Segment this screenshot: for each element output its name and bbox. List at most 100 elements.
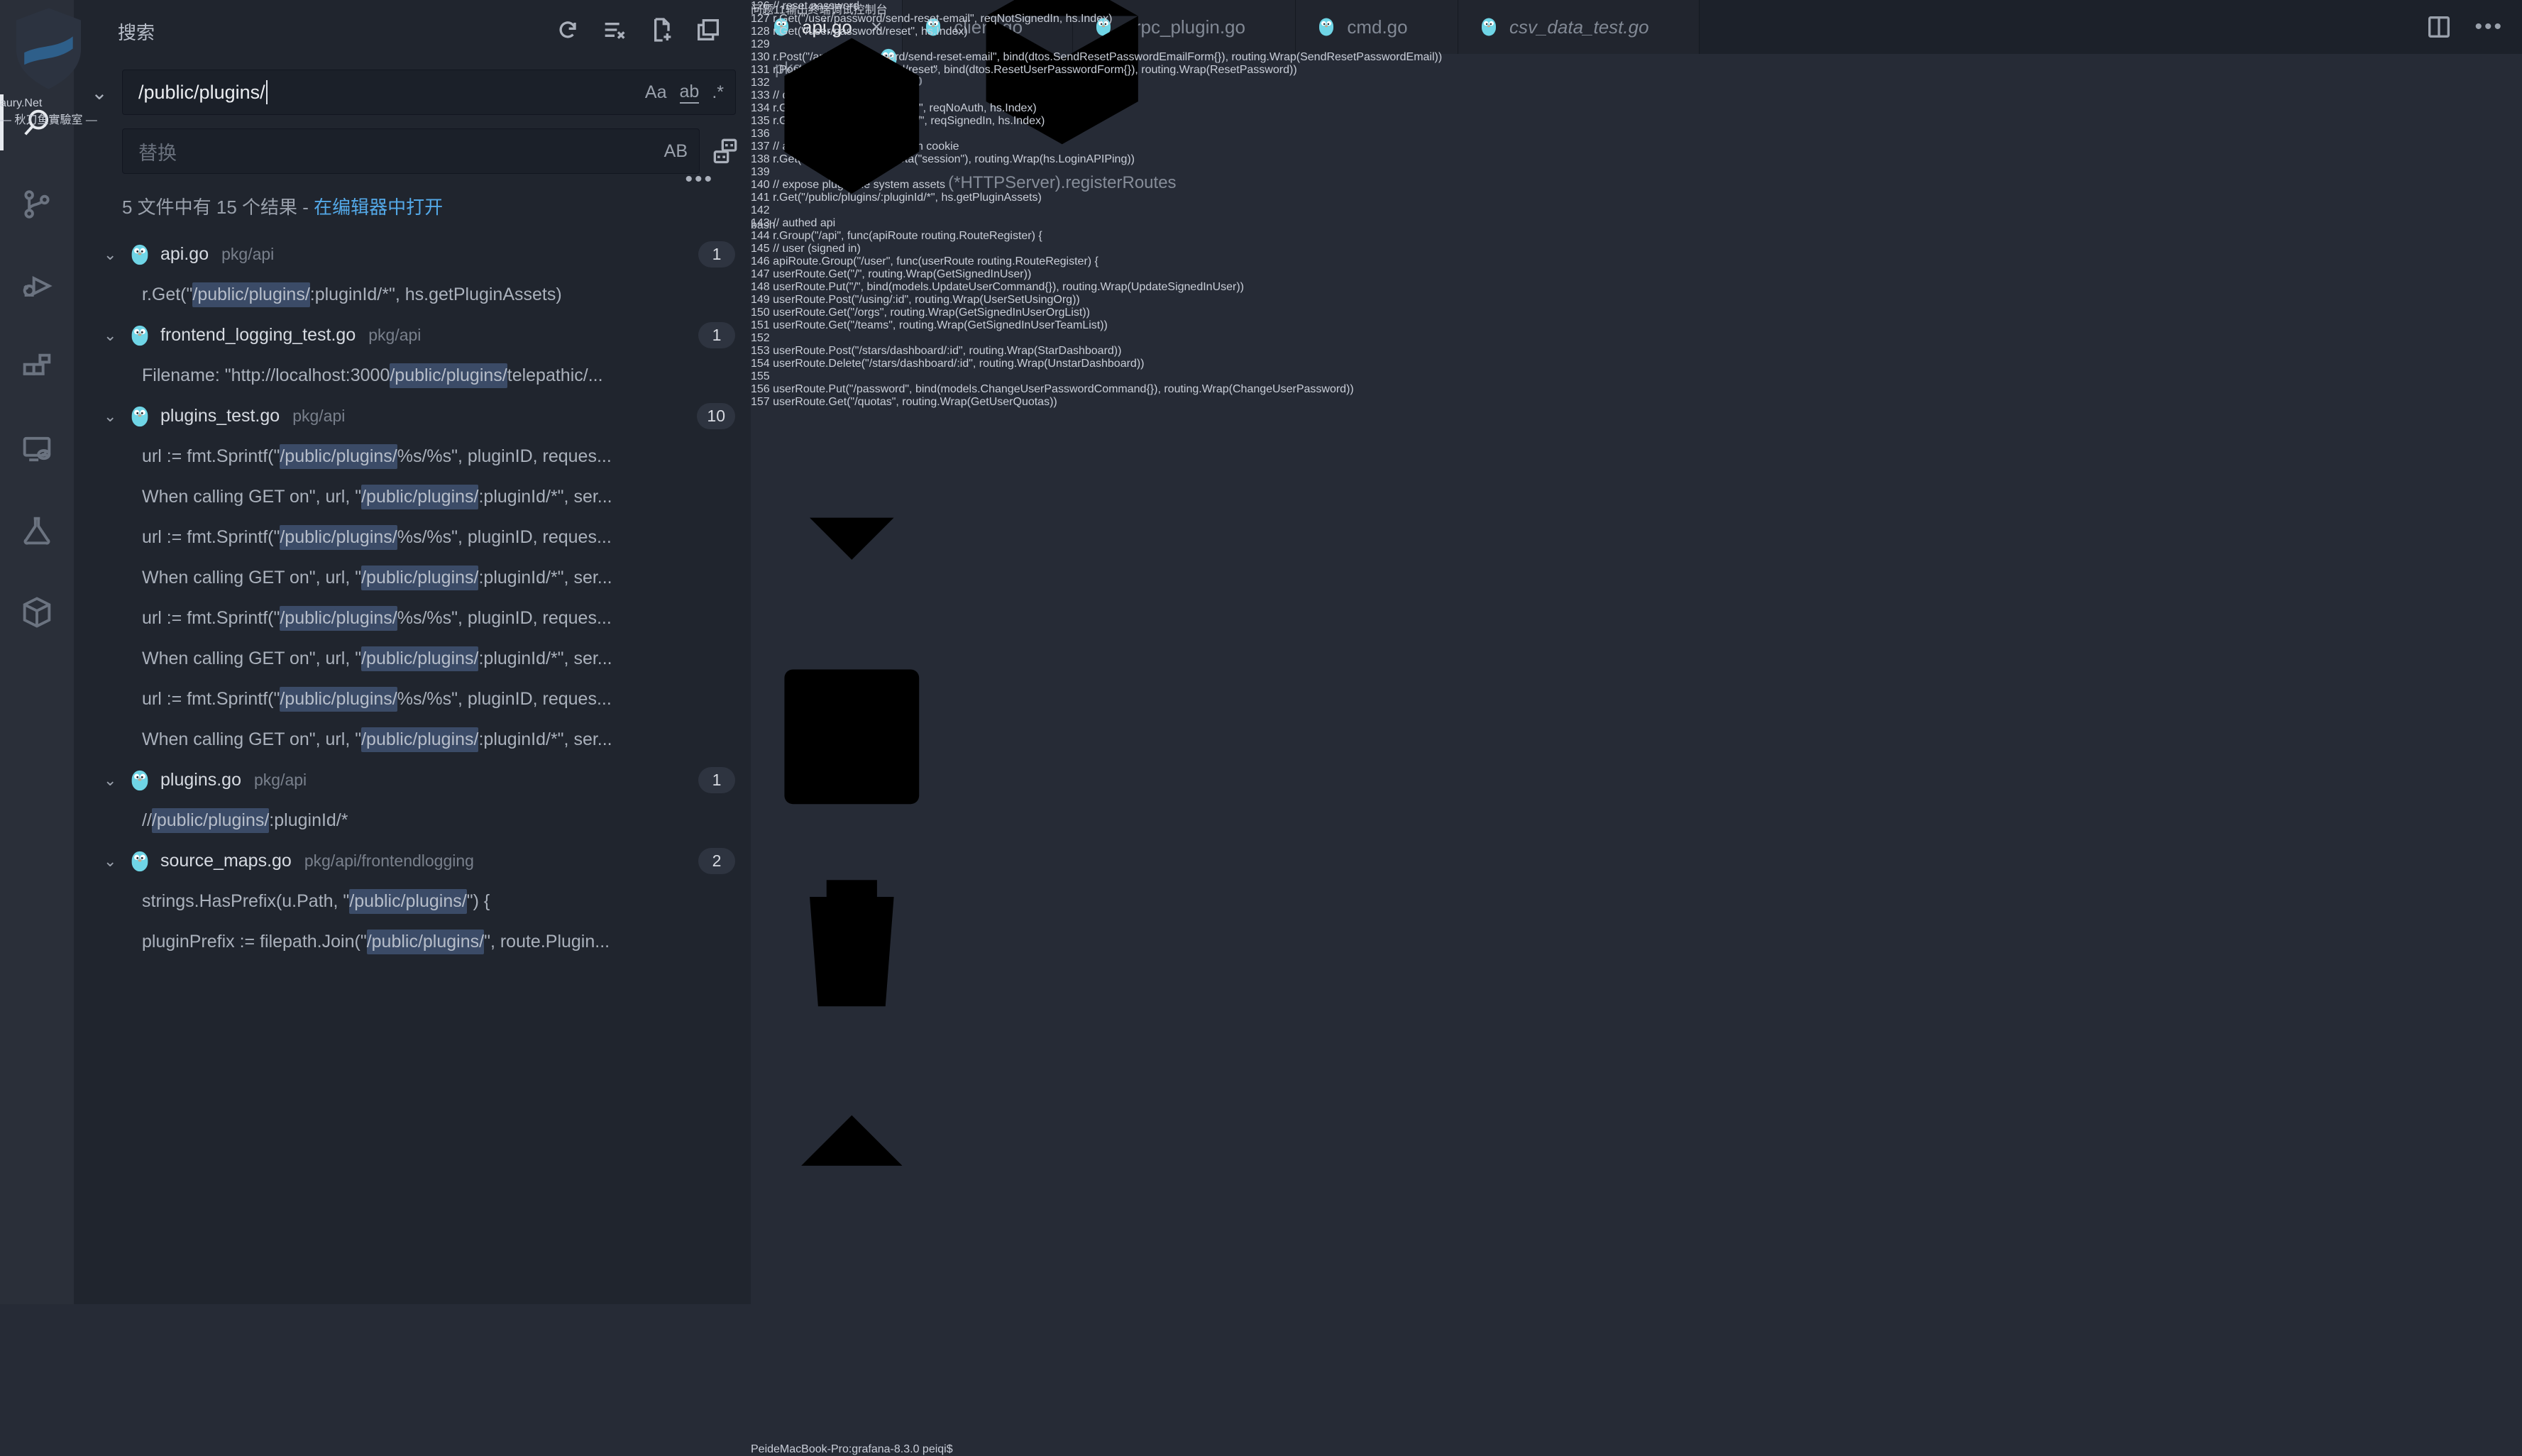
remote-explorer-icon[interactable] <box>0 408 74 490</box>
preserve-case-icon[interactable]: AB <box>664 141 688 162</box>
search-result-match-row[interactable]: pluginPrefix := filepath.Join("/public/p… <box>74 922 751 962</box>
match-case-icon[interactable]: Aa <box>645 82 667 103</box>
result-file-name: frontend_logging_test.go <box>160 325 356 346</box>
search-sidebar: 搜索 ⌄ /public/plugins/ Aa ab .* 替换 AB •••… <box>74 0 751 1304</box>
maximize-panel-icon[interactable] <box>751 1039 953 1242</box>
split-terminal-icon[interactable] <box>751 636 953 838</box>
search-result-match-row[interactable]: url := fmt.Sprintf("/public/plugins/%s/%… <box>74 517 751 558</box>
text-caret <box>266 80 268 104</box>
add-terminal-icon[interactable] <box>751 232 953 434</box>
panel-tab-问题[interactable]: 问题11 <box>751 4 786 16</box>
result-file-path: pkg/api <box>254 771 307 790</box>
go-file-icon <box>128 768 160 793</box>
watermark-shield-icon <box>0 0 97 97</box>
source-control-icon[interactable] <box>0 163 74 245</box>
open-in-editor-link[interactable]: 在编辑器中打开 <box>314 197 443 218</box>
result-file-path: pkg/api <box>292 407 345 426</box>
match-highlight: /public/plugins/ <box>367 930 484 954</box>
panel-tab-输出[interactable]: 输出 <box>786 4 808 16</box>
terminal[interactable]: PeideMacBook-Pro:grafana-8.3.0 peiqi$ <box>751 1443 953 1456</box>
search-result-match-row[interactable]: strings.HasPrefix(u.Path, "/public/plugi… <box>74 881 751 922</box>
go-file-icon <box>128 404 160 429</box>
go-file-icon <box>128 849 152 873</box>
search-result-file-row[interactable]: ⌄ api.go pkg/api 1 <box>74 234 751 275</box>
more-actions-icon[interactable]: ••• <box>2474 15 2504 39</box>
result-count-badge: 1 <box>698 767 735 793</box>
chevron-down-icon[interactable]: ⌄ <box>104 246 128 264</box>
search-value: /public/plugins/ <box>138 82 265 104</box>
match-highlight: /public/plugins/ <box>280 525 397 550</box>
match-highlight: /public/plugins/ <box>361 485 478 509</box>
go-file-icon <box>1478 16 1499 38</box>
editor-tab[interactable]: csv_data_test.go × <box>1458 0 1700 54</box>
replace-input[interactable]: 替换 AB <box>122 128 700 174</box>
chevron-down-icon[interactable]: ⌄ <box>104 326 128 345</box>
result-file-name: source_maps.go <box>160 851 292 871</box>
tab-label: csv_data_test.go <box>1509 16 1649 38</box>
test-beaker-icon[interactable] <box>0 490 74 571</box>
search-result-match-row[interactable]: url := fmt.Sprintf("/public/plugins/%s/%… <box>74 598 751 639</box>
chevron-down-icon[interactable]: ⌄ <box>104 771 128 790</box>
results-summary: 5 文件中有 15 个结果 - 在编辑器中打开 <box>122 193 443 219</box>
result-count-badge: 1 <box>698 241 735 268</box>
search-result-match-row[interactable]: url := fmt.Sprintf("/public/plugins/%s/%… <box>74 436 751 477</box>
new-search-editor-icon[interactable] <box>647 16 676 44</box>
editor-actions: ••• <box>2425 0 2504 54</box>
search-result-match-row[interactable]: When calling GET on", url, "/public/plug… <box>74 639 751 679</box>
sidebar-title: 搜索 <box>118 18 155 45</box>
match-highlight: /public/plugins/ <box>390 363 507 388</box>
shell-name[interactable]: bash <box>751 219 776 231</box>
match-highlight: /public/plugins/ <box>361 566 478 590</box>
collapse-icon[interactable] <box>694 16 722 44</box>
result-count-badge: 2 <box>698 848 735 874</box>
regex-icon[interactable]: .* <box>712 82 724 103</box>
go-file-icon <box>1478 16 1509 38</box>
trash-icon[interactable] <box>751 838 953 1040</box>
search-result-file-row[interactable]: ⌄ plugins_test.go pkg/api 10 <box>74 396 751 436</box>
search-results-tree: ⌄ api.go pkg/api 1 r.Get("/public/plugin… <box>74 234 751 962</box>
search-result-match-row[interactable]: r.Get("/public/plugins/:pluginId/*", hs.… <box>74 275 751 315</box>
search-result-match-row[interactable]: Filename: "http://localhost:3000/public/… <box>74 355 751 396</box>
result-count-badge: 10 <box>697 403 735 429</box>
search-result-match-row[interactable]: When calling GET on", url, "/public/plug… <box>74 719 751 760</box>
search-result-file-row[interactable]: ⌄ plugins.go pkg/api 1 <box>74 760 751 800</box>
replace-placeholder: 替换 <box>138 138 177 165</box>
go-file-icon <box>128 324 152 348</box>
close-panel-icon[interactable] <box>751 1242 953 1444</box>
result-file-path: pkg/api <box>221 245 274 264</box>
refresh-icon[interactable] <box>554 16 582 44</box>
whole-word-icon[interactable]: ab <box>680 82 700 104</box>
package-icon[interactable] <box>0 571 74 653</box>
more-actions-icon[interactable]: ••• <box>685 167 714 192</box>
search-result-file-row[interactable]: ⌄ frontend_logging_test.go pkg/api 1 <box>74 315 751 355</box>
result-file-path: pkg/api <box>368 326 421 345</box>
match-highlight: /public/plugins/ <box>361 646 478 671</box>
search-result-match-row[interactable]: When calling GET on", url, "/public/plug… <box>74 477 751 517</box>
terminal-prompt: PeideMacBook-Pro:grafana-8.3.0 peiqi$ <box>751 1443 953 1455</box>
search-input[interactable]: /public/plugins/ Aa ab .* <box>122 70 736 115</box>
search-result-match-row[interactable]: url := fmt.Sprintf("/public/plugins/%s/%… <box>74 679 751 719</box>
result-file-name: api.go <box>160 244 209 265</box>
chevron-down-icon[interactable]: ⌄ <box>104 852 128 871</box>
panel-tab-终端[interactable]: 终端 <box>808 4 831 16</box>
run-debug-icon[interactable] <box>0 245 74 326</box>
match-highlight: /public/plugins/ <box>349 889 466 914</box>
search-result-match-row[interactable]: When calling GET on", url, "/public/plug… <box>74 558 751 598</box>
chevron-down-icon[interactable]: ⌄ <box>104 407 128 426</box>
panel-tab-调试控制台[interactable]: 调试控制台 <box>831 4 888 16</box>
match-highlight: /public/plugins/ <box>280 444 397 469</box>
chevron-down-icon[interactable] <box>751 434 953 636</box>
extensions-icon[interactable] <box>0 326 74 408</box>
split-editor-icon[interactable] <box>2425 13 2453 41</box>
search-result-file-row[interactable]: ⌄ source_maps.go pkg/api/frontendlogging… <box>74 841 751 881</box>
match-highlight: /public/plugins/ <box>192 282 309 307</box>
panel-actions: bash <box>751 17 953 1443</box>
watermark-subtitle: — 秋刀鱼實驗室 — <box>0 110 97 127</box>
result-file-name: plugins_test.go <box>160 406 280 426</box>
clear-results-icon[interactable] <box>600 16 629 44</box>
problems-count-badge: 11 <box>773 4 786 16</box>
match-highlight: /public/plugins/ <box>280 606 397 631</box>
replace-all-icon[interactable] <box>710 135 741 166</box>
search-result-match-row[interactable]: // /public/plugins/:pluginId/* <box>74 800 751 841</box>
watermark: aury.Net — 秋刀鱼實驗室 — <box>0 0 97 127</box>
